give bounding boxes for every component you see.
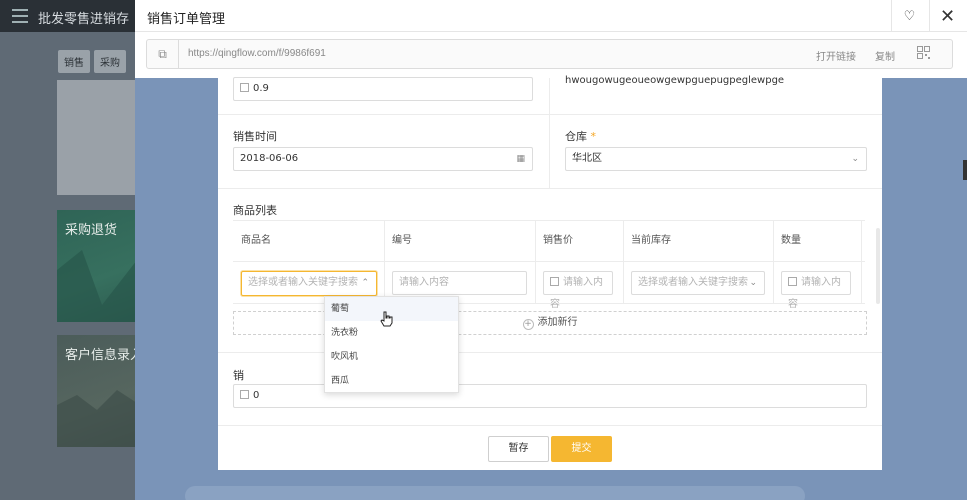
sale-time-label: 销售时间: [233, 130, 277, 143]
header-row-divider: [233, 261, 865, 262]
close-icon[interactable]: ✕: [929, 0, 965, 32]
column-header-code: 编号: [392, 235, 412, 246]
background-card-label: 客户信息录入: [65, 348, 137, 363]
column-header-product: 商品名: [241, 235, 271, 246]
total-label: 销: [233, 369, 244, 382]
product-list-label: 商品列表: [233, 204, 277, 217]
cell-divider: [773, 221, 774, 303]
sale-time-value: 2018-06-06: [240, 153, 299, 164]
calculator-icon: [788, 277, 797, 286]
column-divider: [549, 78, 550, 188]
dropdown-option[interactable]: 西瓜: [325, 369, 458, 393]
stock-select[interactable]: 选择或者输入关键字搜索 ⌄: [631, 271, 765, 295]
stock-placeholder: 选择或者输入关键字搜索: [638, 277, 748, 288]
product-name-placeholder: 选择或者输入关键字搜索: [248, 277, 358, 288]
plus-icon: +: [522, 319, 534, 330]
quantity-input[interactable]: 请输入内容: [781, 271, 851, 310]
background-tabs: 销售 采购: [58, 50, 130, 73]
calculator-icon: [550, 277, 559, 286]
cell-divider: [535, 221, 536, 303]
save-draft-button[interactable]: 暂存: [488, 436, 549, 462]
column-header-qty: 数量: [781, 235, 801, 246]
product-name-select[interactable]: 选择或者输入关键字搜索 ⌃: [241, 271, 377, 296]
background-tab-purchase[interactable]: 采购: [94, 50, 126, 73]
window-icon[interactable]: ⧉: [147, 40, 179, 68]
discount-value: 0.9: [253, 83, 269, 94]
sale-time-input[interactable]: 2018-06-06 ▦: [233, 147, 533, 171]
total-value: 0: [253, 390, 260, 401]
link-bar: ⧉ https://qingflow.com/f/9986f691 打开链接 复…: [146, 39, 953, 69]
cell-divider: [861, 221, 862, 303]
column-header-stock: 当前库存: [631, 235, 671, 246]
sale-price-input[interactable]: 请输入内容: [543, 271, 613, 310]
discount-field[interactable]: 0.9: [233, 77, 533, 101]
copy-link-button[interactable]: 复制: [875, 48, 895, 63]
column-header-price: 销售价: [543, 235, 573, 246]
background-card-customer-info[interactable]: 客户信息录入: [57, 335, 137, 447]
form-panel: 0.9 hwougowugeoueowgewpguepugpeglewpge 销…: [218, 75, 882, 470]
cell-divider: [384, 221, 385, 303]
add-row-label: 添加新行: [537, 317, 578, 328]
hand-cursor-icon: [380, 311, 394, 330]
submit-button[interactable]: 提交: [551, 436, 612, 462]
calculator-icon: [240, 83, 249, 92]
sales-order-modal: 销售订单管理 ♡ ✕ ⧉ https://qingflow.com/f/9986…: [135, 0, 967, 500]
chevron-up-icon: ⌃: [361, 278, 369, 288]
product-code-input[interactable]: 请输入内容: [392, 271, 527, 295]
background-tab-sales[interactable]: 销售: [58, 50, 90, 73]
background-app-title: 批发零售进销存: [38, 12, 130, 27]
warehouse-label: 仓库 *: [565, 130, 596, 143]
link-url[interactable]: https://qingflow.com/f/9986f691: [188, 48, 326, 59]
product-table: 商品名 编号 销售价 当前库存 数量 选择或者输入关键字搜索 ⌃ 请输入内容 请…: [233, 220, 865, 310]
cell-divider: [623, 221, 624, 303]
modal-header: 销售订单管理 ♡ ✕: [135, 0, 967, 32]
table-scrollbar[interactable]: [876, 228, 880, 304]
row-divider: [218, 188, 882, 189]
menu-icon[interactable]: [12, 9, 28, 23]
favorite-icon[interactable]: ♡: [891, 0, 927, 32]
qrcode-icon[interactable]: [917, 46, 931, 60]
row-divider: [218, 352, 882, 353]
description-text: hwougowugeoueowgewpguepugpeglewpge: [565, 75, 785, 86]
warehouse-select[interactable]: 华北区 ⌄: [565, 147, 867, 171]
product-code-placeholder: 请输入内容: [399, 277, 449, 288]
dropdown-option[interactable]: 吹风机: [325, 345, 458, 369]
warehouse-value: 华北区: [572, 153, 602, 164]
background-card-purchase-return[interactable]: 采购退货: [57, 210, 137, 322]
background-card-blank: [57, 80, 137, 195]
background-card-label: 采购退货: [65, 223, 118, 238]
chevron-down-icon: ⌄: [749, 278, 757, 288]
linkbar-wrapper: ⧉ https://qingflow.com/f/9986f691 打开链接 复…: [135, 32, 967, 78]
calendar-icon[interactable]: ▦: [516, 148, 525, 170]
chevron-down-icon: ⌄: [851, 154, 859, 164]
open-link-button[interactable]: 打开链接: [816, 48, 856, 63]
modal-footer: 暂存 提交: [218, 425, 882, 470]
modal-title: 销售订单管理: [147, 12, 226, 27]
calculator-icon: [240, 390, 249, 399]
row-divider: [218, 114, 882, 115]
